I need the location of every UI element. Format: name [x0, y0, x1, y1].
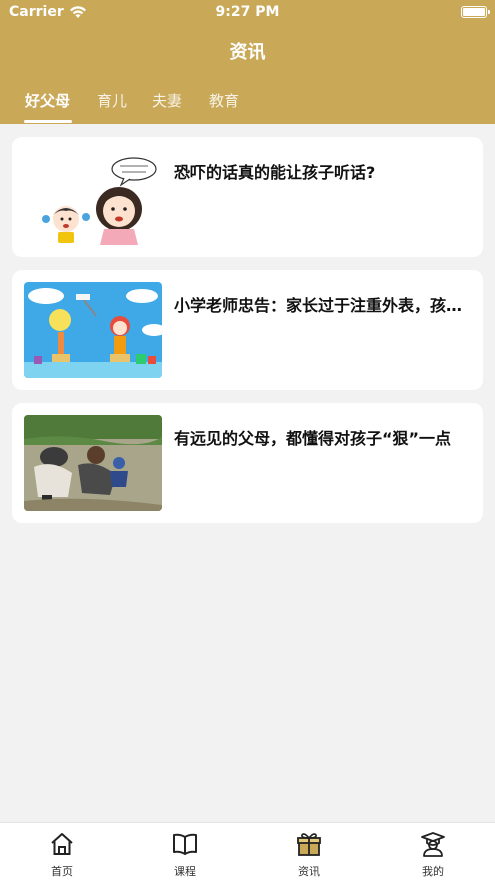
nav-news-label: 资讯 [298, 865, 320, 878]
status-bar: Carrier 9:27 PM [0, 0, 495, 26]
article-title: 恐吓的话真的能让孩子听话? [174, 163, 376, 182]
tab-indicator [24, 120, 72, 123]
article-thumbnail [24, 282, 162, 378]
cartoon-mother-child-image [24, 149, 162, 245]
article-card[interactable]: 有远见的父母，都懂得对孩子“狠”一点 [12, 403, 483, 523]
tab-education[interactable]: 教育 [209, 90, 239, 111]
tab-couples[interactable]: 夫妻 [152, 90, 182, 111]
article-thumbnail [24, 149, 162, 245]
gift-icon [297, 833, 321, 856]
nav-profile-label: 我的 [422, 865, 444, 878]
article-title: 小学老师忠告：家长过于注重外表，孩子会输在起跑线上 [174, 296, 470, 315]
status-time: 9:27 PM [215, 4, 280, 20]
article-card[interactable]: 小学老师忠告：家长过于注重外表，孩子会输在起跑线上 [12, 270, 483, 390]
graduate-icon [421, 832, 445, 857]
nav-home[interactable]: 首页 [22, 831, 102, 879]
home-icon [51, 833, 73, 855]
article-thumbnail [24, 415, 162, 511]
family-field-photo [24, 415, 162, 511]
article-title: 有远见的父母，都懂得对孩子“狠”一点 [174, 429, 452, 448]
article-card[interactable]: 恐吓的话真的能让孩子听话? [12, 137, 483, 257]
nav-news[interactable]: 资讯 [269, 831, 349, 879]
battery-icon [461, 6, 490, 18]
page-title: 资讯 [229, 42, 266, 63]
app-header: Carrier 9:27 PM 资讯 好父母 育儿 夫妻 教育 [0, 0, 495, 124]
category-tabs: 好父母 育儿 夫妻 教育 [0, 86, 495, 124]
kids-painting-image [24, 282, 162, 378]
nav-courses-label: 课程 [174, 865, 196, 878]
nav-home-label: 首页 [51, 865, 73, 878]
book-icon [173, 833, 197, 855]
tab-good-parents[interactable]: 好父母 [25, 90, 70, 111]
tab-parenting[interactable]: 育儿 [97, 90, 127, 111]
nav-courses[interactable]: 课程 [145, 831, 225, 879]
nav-profile[interactable]: 我的 [393, 831, 473, 879]
bottom-tab-bar: 首页 课程 资讯 我的 [0, 822, 495, 881]
